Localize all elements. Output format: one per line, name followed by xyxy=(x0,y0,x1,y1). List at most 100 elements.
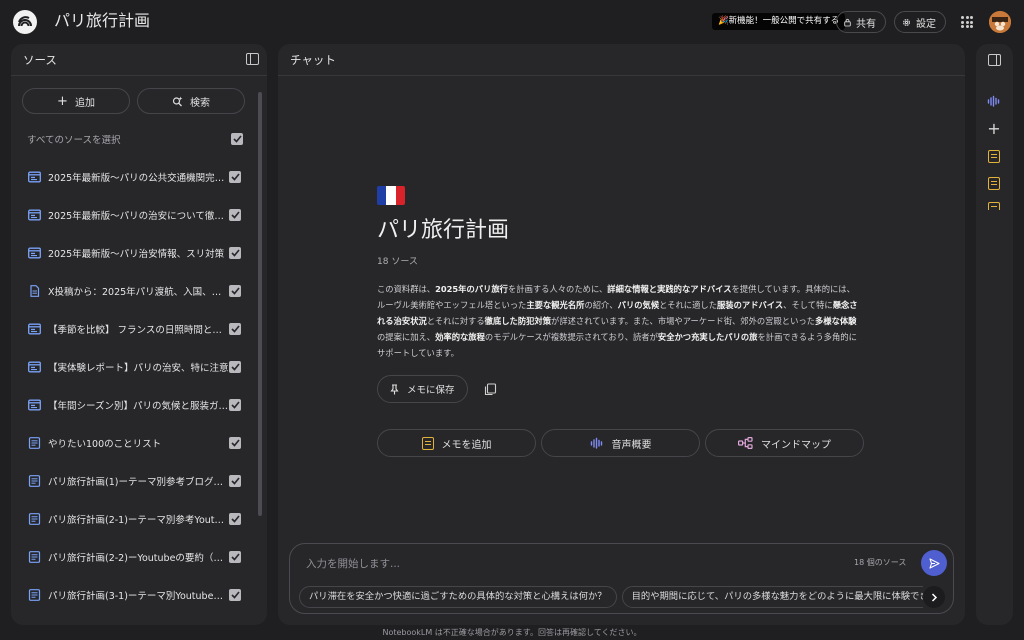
source-checkbox[interactable] xyxy=(229,437,241,449)
source-label: パリ旅行計画(1)ーテーマ別参考ブログまとめ xyxy=(48,477,229,488)
audio-overview-button[interactable]: 音声概要 xyxy=(541,429,700,457)
discover-sources-button[interactable]: 検索 xyxy=(137,88,245,114)
mind-map-icon xyxy=(738,437,753,449)
apps-grid-icon[interactable] xyxy=(961,16,973,28)
source-label: やりたい100のことリスト xyxy=(48,439,162,450)
notebook-heading: パリ旅行計画 xyxy=(377,218,510,243)
summary-text: この資料群は、 xyxy=(377,284,436,294)
chat-header: チャット xyxy=(278,44,965,76)
summary-text: とそれに対する xyxy=(426,316,485,326)
source-checkbox[interactable] xyxy=(229,589,241,601)
source-item[interactable]: 【実体験レポート】パリの治安、特に注意 xyxy=(11,348,257,386)
source-checkbox[interactable] xyxy=(229,285,241,297)
settings-label: 設定 xyxy=(916,18,936,30)
source-type-web-icon xyxy=(28,247,41,259)
new-feature-badge[interactable]: 🎉新機能！一般公開で共有する xyxy=(712,13,846,30)
summary-highlight: 多様な体験 xyxy=(814,316,857,326)
summary-text: のモデルケースが複数提示されており、読者が xyxy=(484,332,658,342)
send-button[interactable] xyxy=(921,550,947,576)
note-rail-icon-2[interactable] xyxy=(987,176,1001,190)
source-type-web-icon xyxy=(28,209,41,221)
summary-text: を計画する人々のために、 xyxy=(507,284,608,294)
notebooklm-logo-icon[interactable] xyxy=(13,10,37,34)
source-item[interactable]: パリ旅行計画(1)ーテーマ別参考ブログまとめ xyxy=(11,462,257,500)
save-to-note-button[interactable]: メモに保存 xyxy=(377,375,468,403)
audio-wave-icon xyxy=(590,437,602,449)
summary-highlight: 徹底した防犯対策 xyxy=(484,316,552,326)
sources-scrollbar[interactable] xyxy=(258,92,262,516)
source-item[interactable]: 2025年最新版〜パリの治安について徹底解説 xyxy=(11,196,257,234)
chevron-right-icon xyxy=(931,592,937,602)
avatar[interactable] xyxy=(989,11,1011,33)
source-checkbox[interactable] xyxy=(229,513,241,525)
sources-title: ソース xyxy=(23,52,57,67)
save-note-label: メモに保存 xyxy=(407,385,455,396)
source-item[interactable]: パリ旅行計画(3-2)ーYoutubeの要約（まとめ） xyxy=(11,614,257,625)
chat-input[interactable]: 入力を開始します... xyxy=(306,556,400,571)
audio-overview-rail-icon[interactable] xyxy=(987,94,1001,108)
summary-text: とそれに適した xyxy=(659,300,717,310)
source-label: パリ旅行計画(2-1)ーテーマ別参考Youtube動画 xyxy=(48,515,229,526)
add-source-button[interactable]: + 追加 xyxy=(22,88,130,114)
summary-text: の提案に加え、 xyxy=(377,332,436,342)
audio-overview-label: 音声概要 xyxy=(611,439,652,451)
share-button[interactable]: 共有 xyxy=(836,11,886,33)
summary-highlight: パリの気候 xyxy=(617,300,660,310)
add-source-label: 追加 xyxy=(74,97,95,109)
collapse-sources-icon[interactable] xyxy=(246,53,259,65)
suggested-questions: パリ滞在を安全かつ快適に過ごすための具体的な対策と心構えは何か？ 目的や期間に応じ… xyxy=(299,586,923,608)
source-checkbox[interactable] xyxy=(229,399,241,411)
suggested-question-chip[interactable]: パリ滞在を安全かつ快適に過ごすための具体的な対策と心構えは何か？ xyxy=(299,586,617,608)
source-checkbox[interactable] xyxy=(229,323,241,335)
source-type-note-icon xyxy=(28,589,41,601)
note-rail-icon-1[interactable] xyxy=(987,149,1001,163)
add-note-button[interactable]: メモを追加 xyxy=(377,429,536,457)
note-icon xyxy=(421,436,434,450)
add-note-rail-icon[interactable]: + xyxy=(987,119,1001,138)
source-item[interactable]: パリ旅行計画(3-1)ーテーマ別Youtube動画要約 xyxy=(11,576,257,614)
source-item[interactable]: パリ旅行計画(2-1)ーテーマ別参考Youtube動画 xyxy=(11,500,257,538)
source-type-web-icon xyxy=(28,171,41,183)
notebook-summary: この資料群は、2025年のパリ旅行を計画する人々のために、詳細な情報と実践的なア… xyxy=(377,281,862,361)
notebook-title[interactable]: パリ旅行計画 xyxy=(54,11,150,31)
source-checkbox[interactable] xyxy=(229,247,241,259)
source-type-web-icon xyxy=(28,361,41,373)
source-item[interactable]: X投稿から：2025年パリ渡航、入国、準備 xyxy=(11,272,257,310)
source-item[interactable]: 【季節を比較】 フランスの日照時間と気候 xyxy=(11,310,257,348)
source-type-doc-icon xyxy=(28,285,41,297)
source-item[interactable]: やりたい100のことリスト xyxy=(11,424,257,462)
france-flag-icon xyxy=(377,186,405,205)
settings-button[interactable]: 設定 xyxy=(894,11,946,33)
source-item[interactable]: 【年間シーズン別】パリの気候と服装ガイド xyxy=(11,386,257,424)
source-type-web-icon xyxy=(28,399,41,411)
summary-text: 、そして特に xyxy=(783,300,833,310)
send-icon xyxy=(928,557,940,569)
select-all-row: すべてのソースを選択 xyxy=(27,132,243,146)
note-rail-icon-3[interactable] xyxy=(987,202,1001,210)
select-all-checkbox[interactable] xyxy=(231,133,243,145)
select-all-label: すべてのソースを選択 xyxy=(27,135,121,146)
source-checkbox[interactable] xyxy=(229,475,241,487)
source-label: パリ旅行計画(3-1)ーテーマ別Youtube動画要約 xyxy=(48,591,229,602)
suggested-question-chip[interactable]: 目的や期間に応じて、パリの多様な魅力をどのように最大限に体験できるか？ xyxy=(621,586,923,608)
next-suggestions-button[interactable] xyxy=(923,586,945,608)
chat-input-box: 入力を開始します... 18 個のソース パリ滞在を安全かつ快適に過ごすための具… xyxy=(289,543,954,614)
source-checkbox[interactable] xyxy=(229,171,241,183)
source-checkbox[interactable] xyxy=(229,551,241,563)
source-item[interactable]: パリ旅行計画(2-2)ーYoutubeの要約（まとめ） xyxy=(11,538,257,576)
expand-studio-icon[interactable] xyxy=(988,54,1001,66)
source-count: 18 ソース xyxy=(377,257,418,267)
source-checkbox[interactable] xyxy=(229,209,241,221)
source-checkbox[interactable] xyxy=(229,361,241,373)
source-list: 2025年最新版〜パリの公共交通機関完全ガイド 2025年最新版〜パリの治安につい… xyxy=(11,158,257,625)
source-item[interactable]: 2025年最新版〜パリ治安情報、スリ対策 xyxy=(11,234,257,272)
copy-icon[interactable] xyxy=(484,382,497,396)
sources-header: ソース xyxy=(11,44,267,76)
add-note-label: メモを追加 xyxy=(441,439,492,451)
source-item[interactable]: 2025年最新版〜パリの公共交通機関完全ガイド xyxy=(11,158,257,196)
mind-map-button[interactable]: マインドマップ xyxy=(705,429,864,457)
chat-panel: チャット パリ旅行計画 18 ソース この資料群は、2025年のパリ旅行を計画す… xyxy=(278,44,965,625)
summary-text: の紹介、 xyxy=(584,300,618,310)
studio-rail: + xyxy=(976,44,1013,625)
source-label: 2025年最新版〜パリの公共交通機関完全ガイド xyxy=(48,173,229,184)
